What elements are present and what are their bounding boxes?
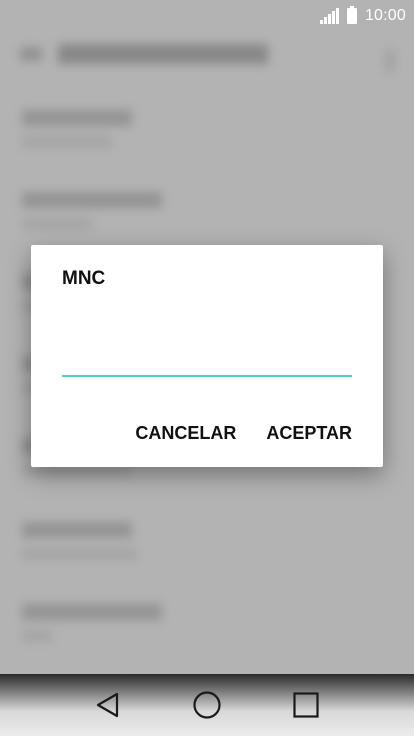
navigation-bar: [0, 674, 414, 736]
status-time: 10:00: [364, 7, 406, 24]
back-icon: [96, 692, 118, 718]
recents-icon: [293, 692, 319, 718]
background-row: [22, 192, 162, 230]
home-button[interactable]: [187, 685, 227, 725]
signal-icon: [320, 8, 339, 24]
recents-button[interactable]: [286, 685, 326, 725]
cancel-button[interactable]: CANCELAR: [135, 423, 236, 444]
dialog-actions: CANCELAR ACEPTAR: [135, 423, 352, 444]
battery-icon: [346, 6, 357, 24]
background-row: [22, 522, 137, 560]
home-icon: [193, 691, 221, 719]
background-header: [20, 44, 268, 64]
background-back-icon: [20, 47, 42, 61]
mnc-input[interactable]: [62, 345, 352, 377]
background-menu-icon: [386, 50, 394, 72]
background-title: [58, 44, 268, 64]
background-row: [22, 110, 132, 148]
mnc-dialog: MNC CANCELAR ACEPTAR: [31, 245, 383, 467]
ok-button[interactable]: ACEPTAR: [266, 423, 352, 444]
dialog-title: MNC: [62, 268, 106, 289]
background-row: [22, 604, 162, 642]
back-button[interactable]: [88, 685, 128, 725]
status-bar: 10:00: [0, 0, 414, 32]
